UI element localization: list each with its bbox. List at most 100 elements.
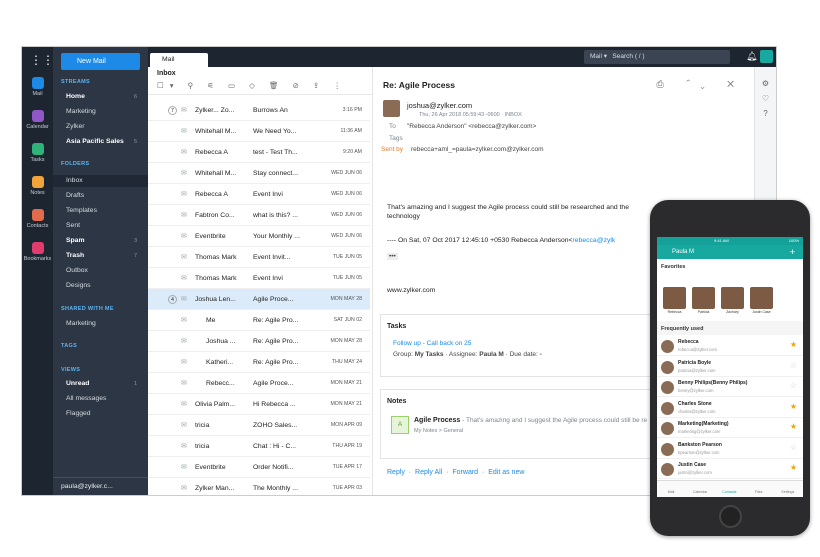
note-title[interactable]: Agile Process — [414, 417, 460, 424]
sidebar-item[interactable]: Home 6 — [53, 91, 148, 103]
phone-tab-files[interactable]: Files — [745, 490, 773, 494]
sidebar-item[interactable]: All messages — [53, 393, 148, 405]
star-icon[interactable]: ★ — [790, 340, 797, 349]
forward-button[interactable]: Forward — [452, 469, 478, 476]
reply-actions: Reply · Reply All · Forward · Edit as ne… — [387, 469, 525, 476]
star-icon[interactable]: ☆ — [790, 361, 797, 370]
favorite-contact[interactable]: Rebecca — [663, 287, 686, 314]
contact-row[interactable]: Bankston Pearson bpearson@zylker.com ☆ — [657, 439, 803, 459]
quote-link[interactable]: rebecca@zylk — [573, 237, 616, 244]
contact-email: patricia@zylker.com — [678, 367, 716, 373]
list-item[interactable]: ✉ Rebecc... Agile Proce... MON MAY 21 — [148, 373, 370, 394]
new-mail-button[interactable]: New Mail — [61, 53, 140, 70]
sidebar-item[interactable]: Asia Pacific Sales 5 — [53, 136, 148, 148]
star-icon[interactable]: ★ — [790, 422, 797, 431]
contact-row[interactable]: Charles Stone charles@zylker.com ★ — [657, 398, 803, 418]
help-icon[interactable]: ? — [755, 109, 776, 118]
list-item[interactable]: ✉ tricia ZOHO Sales... MON APR 09 — [148, 415, 370, 436]
search-input[interactable]: Mail ▾ Search ( / ) — [584, 50, 730, 64]
contact-avatar — [661, 381, 674, 394]
sidebar-item[interactable]: Marketing — [53, 106, 148, 118]
rail-item-calendar[interactable]: Calendar — [22, 110, 53, 130]
star-icon[interactable]: ☆ — [790, 443, 797, 452]
rail-item-contacts[interactable]: Contacts — [22, 209, 53, 229]
sidebar-item[interactable]: Inbox — [53, 175, 148, 187]
list-item[interactable]: ✉ Fabtron Co... what is this? ... WED JUN 0… — [148, 205, 370, 226]
envelope-icon: ✉ — [181, 359, 187, 366]
phone-tab-settings[interactable]: Settings — [774, 490, 802, 494]
phone-tab-contacts[interactable]: Contacts — [715, 490, 743, 494]
sidebar-item[interactable]: Flagged — [53, 408, 148, 420]
sidebar-item[interactable]: Unread 1 — [53, 378, 148, 390]
edit-as-new-button[interactable]: Edit as new — [488, 469, 524, 476]
star-icon[interactable]: ★ — [790, 463, 797, 472]
sidebar-item[interactable]: Designs — [53, 280, 148, 292]
list-item-from: Eventbrite — [195, 464, 226, 471]
search-scope[interactable]: Mail — [590, 53, 602, 60]
sidebar-item[interactable]: Trash 7 — [53, 250, 148, 262]
favorite-name: Justin Case — [752, 310, 771, 314]
star-icon[interactable]: ☆ — [790, 381, 797, 390]
list-item[interactable]: ✉ Eventbrite Order Notifi... TUE APR 17 — [148, 457, 370, 478]
contact-row[interactable]: Rebecca rebecca@zylker.com ★ — [657, 336, 803, 356]
list-item[interactable]: ✉ Joshua ... Re: Agile Pro... MON MAY 28 — [148, 331, 370, 352]
favorite-contact[interactable]: Patricia — [692, 287, 715, 314]
list-item-subject: The Monthly ... — [253, 485, 298, 492]
list-item[interactable]: ✉ Whitehall M... We Need Yo... 11:36 AM — [148, 121, 370, 142]
list-item[interactable]: ✉ Rebecca A test - Test Th... 9:20 AM — [148, 142, 370, 163]
avatar[interactable] — [760, 50, 773, 63]
gear-icon[interactable]: ⚙︎ — [755, 79, 776, 88]
contact-row[interactable]: Patricia Boyle patricia@zylker.com ☆ — [657, 357, 803, 377]
favorite-contact[interactable]: Justin Case — [750, 287, 773, 314]
sidebar-item[interactable]: Spam 3 — [53, 235, 148, 247]
sidebar-item[interactable]: Drafts — [53, 190, 148, 202]
list-item[interactable]: ✉ Rebecca A Event Invi WED JUN 06 — [148, 184, 370, 205]
list-item[interactable]: ✉ Me Re: Agile Pro... SAT JUN 02 — [148, 310, 370, 331]
sidebar-item[interactable]: Zylker — [53, 121, 148, 133]
list-item[interactable]: ✉ Whitehall M... Stay connect... WED JUN 06 — [148, 163, 370, 184]
list-item[interactable]: ✉ Olivia Palm... Hi Rebecca ... MON MAY 21 — [148, 394, 370, 415]
rail-label: Calendar — [26, 124, 49, 130]
rail-item-tasks[interactable]: Tasks — [22, 143, 53, 163]
contact-photo — [663, 287, 686, 309]
reader-commands[interactable]: ⎙ ⌃⌄ ✕ — [656, 79, 744, 90]
contact-row[interactable]: Marketing(Marketing) marketing@zylker.com… — [657, 418, 803, 438]
rail-item-mail[interactable]: Mail — [22, 77, 53, 97]
star-icon[interactable]: ★ — [790, 402, 797, 411]
rail-item-notes[interactable]: Notes — [22, 176, 53, 196]
list-item[interactable]: ✉ Thomas Mark Event Invi TUE JUN 05 — [148, 268, 370, 289]
list-item[interactable]: ✉ Thomas Mark Event Invit... TUE JUN 05 — [148, 247, 370, 268]
sidebar-item[interactable]: Templates — [53, 205, 148, 217]
sidebar-item[interactable]: Sent — [53, 220, 148, 232]
contact-row[interactable]: Justin Case justin@zylker.com ★ — [657, 459, 803, 479]
contact-row[interactable]: Benny Philips(Benny Philips) benny@zylker… — [657, 377, 803, 397]
sidebar-item[interactable]: Outbox — [53, 265, 148, 277]
signature-website[interactable]: www.zylker.com — [387, 287, 435, 294]
list-item[interactable]: 4 ✉ Joshua Len... Agile Proce... MON MAY 28 — [148, 289, 370, 310]
home-button[interactable] — [719, 505, 742, 528]
phone-tab-mail[interactable]: Mail — [657, 490, 685, 494]
list-item[interactable]: ✉ Zylker Man... The Monthly ... TUE APR 03 — [148, 478, 370, 495]
phone-tab-calendar[interactable]: Calendar — [686, 490, 714, 494]
to-value[interactable]: "Rebecca Anderson" <rebecca@zylker.com> — [407, 123, 536, 130]
list-item[interactable]: 7 ✉ Zylker... Zo... Burrows An 3:16 PM — [148, 100, 370, 121]
list-item[interactable]: ✉ Katheri... Re: Agile Pro... THU MAY 24 — [148, 352, 370, 373]
bell-icon[interactable]: 🔔︎ — [746, 51, 757, 62]
filter-icon[interactable]: ♡ — [755, 94, 776, 103]
list-item[interactable]: ✉ tricia Chat : Hi - C... THU APR 19 — [148, 436, 370, 457]
rail-item-bookmarks[interactable]: Bookmarks — [22, 242, 53, 262]
note-line[interactable]: Agile Process - That's amazing and I sug… — [414, 417, 647, 424]
task-link[interactable]: Follow up - Call back on 25 — [393, 340, 471, 347]
reply-all-button[interactable]: Reply All — [415, 469, 442, 476]
list-toolbar[interactable]: ☐▾ ⚲ ⚟ ▭ ◇ 🗑︎ ⊘ ⇪ ⋮ — [148, 81, 372, 95]
user-menu[interactable]: paula@zylker.c... — [53, 477, 148, 495]
reply-button[interactable]: Reply — [387, 469, 405, 476]
sender-email[interactable]: joshua@zylker.com — [407, 101, 472, 110]
add-icon[interactable]: + — [790, 245, 795, 259]
list-item[interactable]: ✉ Eventbrite Your Monthly ... WED JUN 06 — [148, 226, 370, 247]
favorite-contact[interactable]: Zachary — [721, 287, 744, 314]
sidebar-item-shared[interactable]: Marketing — [53, 318, 148, 330]
list-item-subject: Event Invi — [253, 191, 283, 198]
expand-quote-button[interactable]: ••• — [387, 253, 398, 260]
tab-mail[interactable]: Mail — [150, 53, 208, 67]
